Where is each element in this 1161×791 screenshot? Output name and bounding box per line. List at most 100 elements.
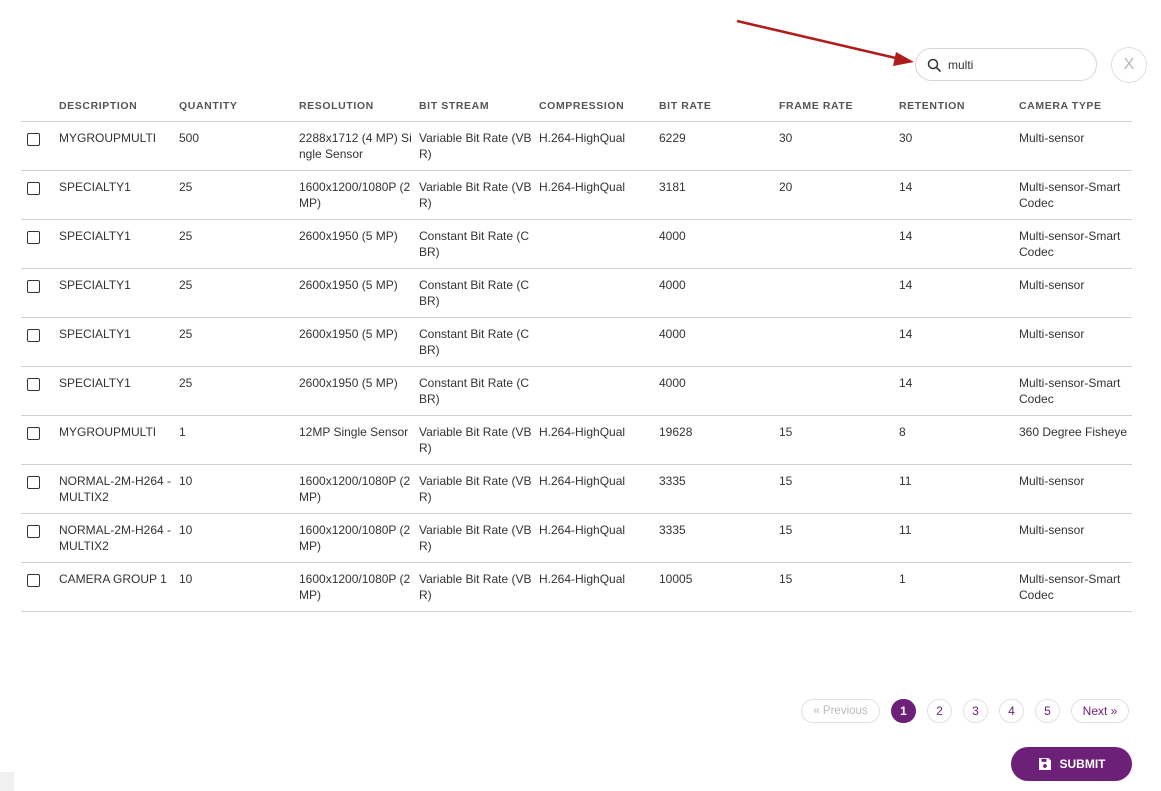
row-checkbox[interactable] <box>27 377 40 391</box>
row-checkbox[interactable] <box>27 328 40 342</box>
cell-quantity: 10 <box>179 562 299 612</box>
close-icon: X <box>1123 56 1135 73</box>
cell-description: MYGROUPMULTI <box>59 415 179 465</box>
cell-retention: 11 <box>899 513 1019 563</box>
row-select-cell <box>21 219 59 269</box>
header-retention[interactable]: RETENTION <box>899 92 1019 122</box>
page-5-button[interactable]: 5 <box>1035 699 1060 723</box>
header-compression[interactable]: COMPRESSION <box>539 92 659 122</box>
cell-frame-rate <box>779 268 899 318</box>
cell-bit-rate: 4000 <box>659 366 779 416</box>
cell-camera-type: Multi-sensor <box>1019 464 1132 514</box>
cell-resolution: 2600x1950 (5 MP) <box>299 268 419 318</box>
cell-bit-rate: 4000 <box>659 219 779 269</box>
header-camera-type[interactable]: CAMERA TYPE <box>1019 92 1132 122</box>
submit-button[interactable]: SUBMIT <box>1011 747 1132 781</box>
row-checkbox[interactable] <box>27 132 40 146</box>
table-row[interactable]: SPECIALTY1 25 2600x1950 (5 MP) Constant Bit… <box>21 219 1132 269</box>
cell-retention: 1 <box>899 562 1019 612</box>
cell-description: CAMERA GROUP 1 <box>59 562 179 612</box>
cell-quantity: 25 <box>179 268 299 318</box>
cell-description: SPECIALTY1 <box>59 219 179 269</box>
cell-bit-stream: Variable Bit Rate (VBR) <box>419 562 539 612</box>
row-select-cell <box>21 121 59 171</box>
row-checkbox[interactable] <box>27 524 40 538</box>
cell-retention: 8 <box>899 415 1019 465</box>
cell-quantity: 1 <box>179 415 299 465</box>
search-box[interactable] <box>915 48 1097 81</box>
cell-resolution: 1600x1200/1080P (2 MP) <box>299 513 419 563</box>
page-2-button[interactable]: 2 <box>927 699 952 723</box>
cell-camera-type: Multi-sensor-Smart Codec <box>1019 219 1132 269</box>
cell-resolution: 2600x1950 (5 MP) <box>299 219 419 269</box>
cell-bit-stream: Variable Bit Rate (VBR) <box>419 121 539 171</box>
header-frame-rate[interactable]: FRAME RATE <box>779 92 899 122</box>
cell-retention: 14 <box>899 366 1019 416</box>
table-row[interactable]: SPECIALTY1 25 2600x1950 (5 MP) Constant Bit… <box>21 268 1132 318</box>
cell-compression <box>539 317 659 367</box>
cell-description: SPECIALTY1 <box>59 170 179 220</box>
cell-description: SPECIALTY1 <box>59 366 179 416</box>
page-4-button[interactable]: 4 <box>999 699 1024 723</box>
cell-camera-type: Multi-sensor-Smart Codec <box>1019 366 1132 416</box>
header-resolution[interactable]: RESOLUTION <box>299 92 419 122</box>
cell-bit-rate: 19628 <box>659 415 779 465</box>
cell-quantity: 25 <box>179 366 299 416</box>
cell-quantity: 10 <box>179 513 299 563</box>
cell-description: NORMAL-2M-H264 - MULTIX2 <box>59 513 179 563</box>
row-checkbox[interactable] <box>27 573 40 587</box>
cell-retention: 30 <box>899 121 1019 171</box>
cell-frame-rate <box>779 317 899 367</box>
cell-compression <box>539 268 659 318</box>
table-row[interactable]: SPECIALTY1 25 2600x1950 (5 MP) Constant Bit… <box>21 366 1132 416</box>
cell-compression: H.264-HighQual <box>539 562 659 612</box>
cell-bit-rate: 4000 <box>659 317 779 367</box>
page-3-button[interactable]: 3 <box>963 699 988 723</box>
cell-quantity: 25 <box>179 219 299 269</box>
cell-bit-rate: 4000 <box>659 268 779 318</box>
table-row[interactable]: NORMAL-2M-H264 - MULTIX2 10 1600x1200/1080… <box>21 464 1132 514</box>
table-row[interactable]: MYGROUPMULTI 500 2288x1712 (4 MP) Single S… <box>21 121 1132 171</box>
cell-compression: H.264-HighQual <box>539 513 659 563</box>
cell-bit-stream: Constant Bit Rate (CBR) <box>419 268 539 318</box>
cell-resolution: 1600x1200/1080P (2 MP) <box>299 562 419 612</box>
cell-resolution: 2600x1950 (5 MP) <box>299 317 419 367</box>
cell-description: NORMAL-2M-H264 - MULTIX2 <box>59 464 179 514</box>
row-select-cell <box>21 317 59 367</box>
cell-quantity: 10 <box>179 464 299 514</box>
camera-table: DESCRIPTION QUANTITY RESOLUTION BIT STRE… <box>21 92 1132 612</box>
table-row[interactable]: NORMAL-2M-H264 - MULTIX2 10 1600x1200/1080… <box>21 513 1132 563</box>
row-select-cell <box>21 170 59 220</box>
cell-camera-type: Multi-sensor <box>1019 513 1132 563</box>
page-edge <box>0 772 14 791</box>
cell-compression <box>539 366 659 416</box>
cell-bit-stream: Constant Bit Rate (CBR) <box>419 366 539 416</box>
next-page-button[interactable]: Next » <box>1071 699 1129 723</box>
cell-bit-rate: 10005 <box>659 562 779 612</box>
cell-resolution: 12MP Single Sensor <box>299 415 419 465</box>
cell-retention: 14 <box>899 268 1019 318</box>
header-bit-rate[interactable]: BIT RATE <box>659 92 779 122</box>
table-row[interactable]: SPECIALTY1 25 2600x1950 (5 MP) Constant Bit… <box>21 317 1132 367</box>
previous-page-button[interactable]: « Previous <box>801 699 880 723</box>
cell-bit-stream: Variable Bit Rate (VBR) <box>419 464 539 514</box>
search-input[interactable] <box>948 57 1078 72</box>
row-checkbox[interactable] <box>27 181 40 195</box>
row-checkbox[interactable] <box>27 426 40 440</box>
header-select <box>21 92 59 122</box>
table-row[interactable]: MYGROUPMULTI 1 12MP Single Sensor Variable … <box>21 415 1132 465</box>
header-description[interactable]: DESCRIPTION <box>59 92 179 122</box>
row-checkbox[interactable] <box>27 279 40 293</box>
table-row[interactable]: SPECIALTY1 25 1600x1200/1080P (2 MP) Variab… <box>21 170 1132 220</box>
cell-quantity: 500 <box>179 121 299 171</box>
header-quantity[interactable]: QUANTITY <box>179 92 299 122</box>
cell-frame-rate: 30 <box>779 121 899 171</box>
header-bit-stream[interactable]: BIT STREAM <box>419 92 539 122</box>
page-1-button[interactable]: 1 <box>891 699 916 723</box>
cell-compression <box>539 219 659 269</box>
table-row[interactable]: CAMERA GROUP 1 10 1600x1200/1080P (2 MP) Va… <box>21 562 1132 612</box>
row-checkbox[interactable] <box>27 230 40 244</box>
clear-search-button[interactable]: X <box>1111 47 1147 83</box>
cell-camera-type: Multi-sensor-Smart Codec <box>1019 170 1132 220</box>
row-checkbox[interactable] <box>27 475 40 489</box>
